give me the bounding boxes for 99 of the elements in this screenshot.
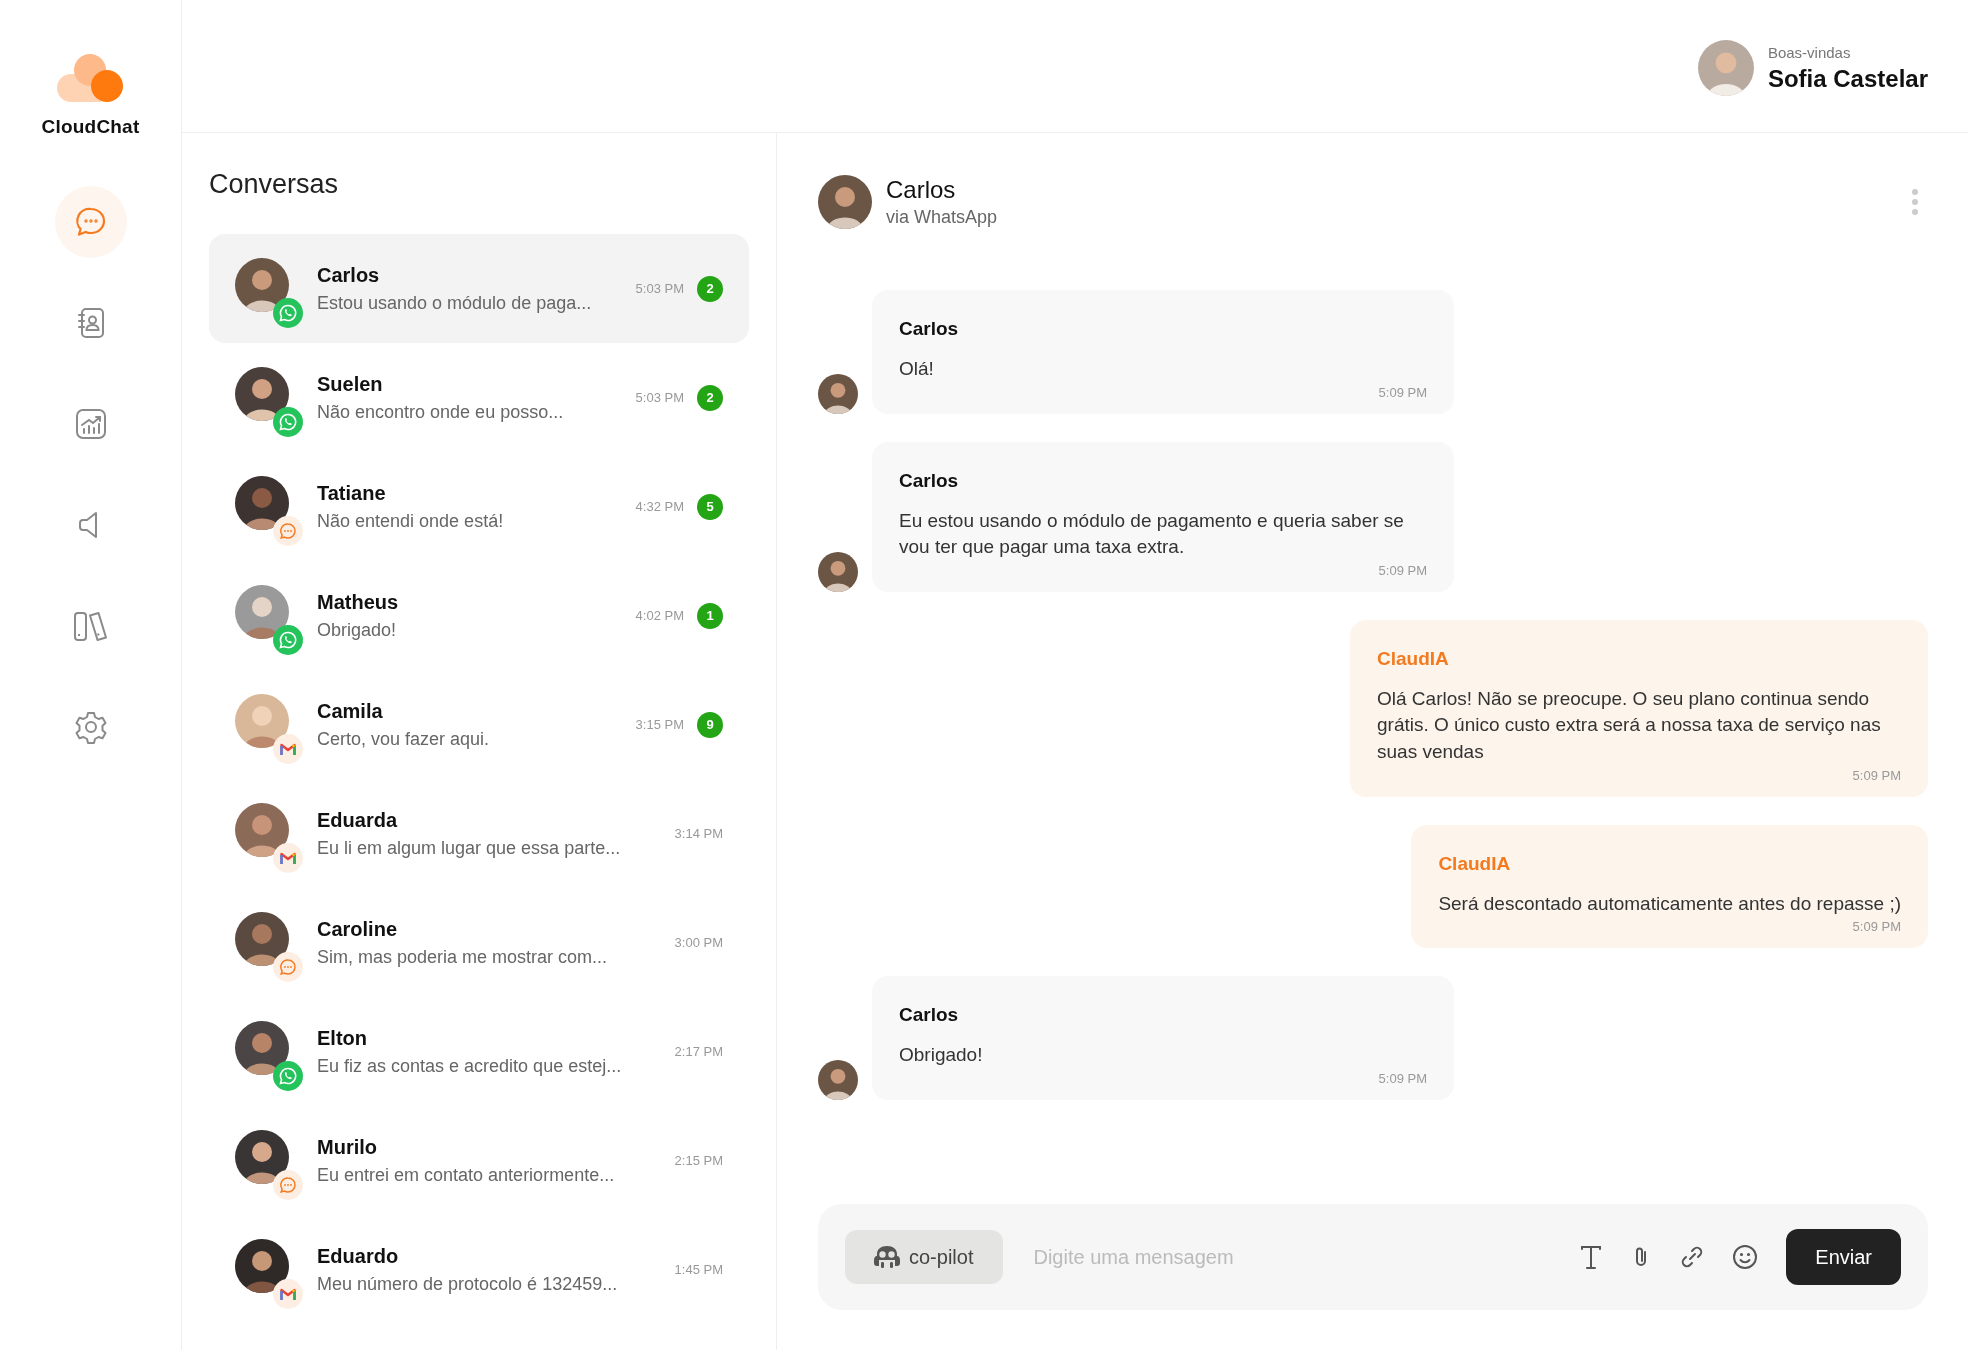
mail-icon (273, 1278, 303, 1309)
unread-count: 2 (697, 384, 723, 411)
message-preview: Estou usando o módulo de paga... (317, 292, 593, 314)
sender-name: Carlos (899, 469, 960, 492)
message-time: 5:09 PM (1852, 919, 1901, 935)
conversation-item[interactable]: Camila Certo, vou fazer aqui. 3:15 PM 9 (209, 670, 749, 779)
message-time: 3:15 PM (635, 717, 684, 732)
emoji-icon[interactable] (1732, 1244, 1759, 1270)
channel-label: via WhatsApp (886, 207, 999, 228)
contact-name: Elton (317, 1026, 368, 1050)
message-preview: Meu número de protocolo é 132459... (317, 1273, 619, 1295)
message-preview: Não entendi onde está! (317, 510, 505, 532)
message-time: 3:00 PM (674, 935, 723, 950)
app-name: CloudChat (41, 116, 140, 138)
contact-name: Tatiane (317, 481, 387, 505)
conversation-item[interactable]: Carlos Estou usando o módulo de paga... 5:03 PM 2 (209, 234, 749, 343)
contact-name: Camila (317, 699, 384, 723)
contact-avatar (235, 366, 289, 421)
message-input[interactable]: Digite uma mensagem (1031, 1244, 1552, 1270)
contact-avatar (235, 693, 289, 748)
chat-icon (273, 1169, 303, 1200)
contact-name: Caroline (317, 917, 399, 941)
message-time: 5:09 PM (1852, 767, 1901, 783)
message-text: Obrigado! (899, 1043, 984, 1068)
sender-avatar (818, 1059, 858, 1100)
books-icon (71, 609, 110, 643)
contact-name: Eduardo (317, 1244, 400, 1268)
message-time: 4:02 PM (635, 608, 684, 623)
conversation-item[interactable]: Tatiane Não entendi onde está! 4:32 PM 5 (209, 452, 749, 561)
message-time: 2:17 PM (674, 1044, 723, 1059)
message-preview: Sim, mas poderia me mostrar com... (317, 946, 609, 968)
contact-name: Carlos (317, 263, 381, 287)
phone-chat-icon (273, 406, 303, 437)
conversation-item[interactable]: Elton Eu fiz as contas e acredito que estej... 2:17 PM (209, 997, 749, 1106)
message-text: Eu estou usando o módulo de pagamento e queria saber se vou ter que pagar uma taxa extra. (899, 508, 1405, 560)
sender-avatar (818, 373, 858, 414)
message-time: 1:45 PM (674, 1262, 723, 1277)
contact-avatar (235, 1238, 289, 1293)
text-format-icon[interactable] (1579, 1244, 1604, 1270)
greeting: Boas-vindas (1767, 43, 1852, 61)
unread-count: 9 (697, 711, 723, 738)
contact-avatar (235, 1020, 289, 1075)
copilot-button[interactable]: co-pilot (845, 1230, 1004, 1284)
phone-chat-icon (273, 297, 303, 328)
send-button[interactable]: Enviar (1786, 1229, 1901, 1285)
conversation-item[interactable]: Murilo Eu entrei em contato anteriormente... 2:15 PM (209, 1106, 749, 1215)
unread-count: 5 (697, 493, 723, 520)
sender-name: Carlos (899, 1004, 960, 1027)
message-time: 5:09 PM (1378, 562, 1427, 578)
contact-name: Murilo (317, 1135, 378, 1159)
sender-name: ClaudIA (1377, 647, 1450, 670)
panel-title: Conversas (209, 169, 340, 200)
message-text: Olá! (899, 357, 935, 381)
message-preview: Eu fiz as contas e acredito que estej... (317, 1055, 623, 1077)
message-time: 5:09 PM (1378, 1070, 1427, 1086)
phone-chat-icon (273, 1060, 303, 1091)
conversation-item[interactable]: Eduardo Meu número de protocolo é 132459... 1:45 PM (209, 1215, 749, 1324)
message-preview: Certo, vou fazer aqui. (317, 728, 491, 750)
message-preview: Eu entrei em contato anteriormente... (317, 1164, 616, 1186)
contact-name: Suelen (317, 372, 384, 396)
contact-avatar (235, 911, 289, 966)
message-time: 2:15 PM (674, 1153, 723, 1168)
contact-avatar (235, 475, 289, 530)
chat-icon (273, 515, 303, 546)
conversation-item[interactable]: Matheus Obrigado! 4:02 PM 1 (209, 561, 749, 670)
message-preview: Eu li em algum lugar que essa parte... (317, 837, 622, 859)
contact-avatar (235, 802, 289, 857)
contact-name: Matheus (317, 590, 400, 614)
conversation-item[interactable]: Eduarda Eu li em algum lugar que essa parte... 3:14 PM (209, 779, 749, 888)
settings-icon (73, 710, 108, 744)
message-time: 3:14 PM (674, 826, 723, 841)
message-text: Será descontado automaticamente antes do repasse ;) (1438, 891, 1901, 916)
conversation-item[interactable]: Suelen Não encontro onde eu posso... 5:03 PM 2 (209, 343, 749, 452)
message-time: 4:32 PM (635, 499, 684, 514)
sender-avatar (818, 551, 858, 592)
contact-avatar (235, 257, 289, 312)
contact-avatar (235, 1129, 289, 1184)
phone-chat-icon (273, 624, 303, 655)
sender-name: Carlos (899, 318, 960, 340)
sender-name: ClaudIA (1438, 852, 1512, 875)
contact-avatar (235, 584, 289, 639)
message-time: 5:03 PM (635, 390, 684, 405)
message-preview: Não encontro onde eu posso... (317, 401, 565, 423)
chart-icon (73, 407, 108, 441)
user-name: Sofia Castelar (1767, 64, 1928, 93)
mail-icon (273, 733, 303, 764)
message-time: 5:09 PM (1378, 384, 1427, 400)
chat-icon (273, 951, 303, 982)
contact-name: Eduarda (317, 808, 399, 832)
message-text: Olá Carlos! Não se preocupe. O seu plano continua sendo grátis. O único custo extra será a nossa taxa de serviço nas suas vendas (1377, 686, 1882, 764)
unread-count: 1 (697, 602, 723, 629)
robot-icon (873, 1244, 901, 1270)
message-preview: Obrigado! (317, 619, 398, 641)
mail-icon (273, 842, 303, 873)
unread-count: 2 (697, 275, 723, 302)
contact-name: Carlos (886, 176, 957, 204)
message-time: 5:03 PM (635, 281, 684, 296)
contact-avatar (818, 175, 872, 229)
conversation-item[interactable]: Caroline Sim, mas poderia me mostrar com... 3:00 PM (209, 888, 749, 997)
